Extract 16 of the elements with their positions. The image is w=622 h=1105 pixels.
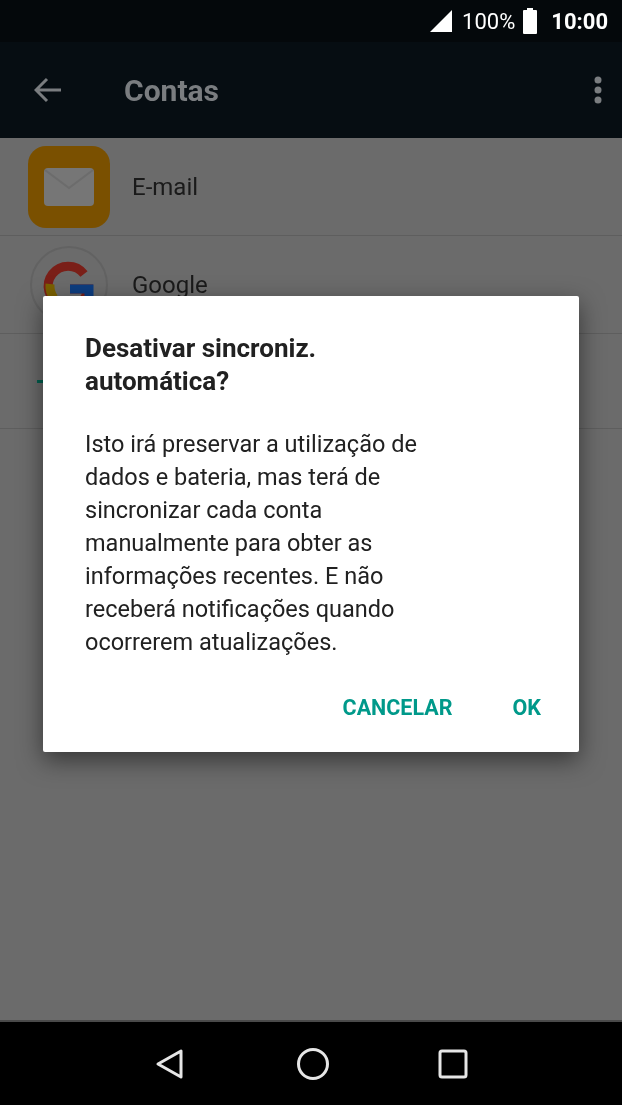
dialog-message: Isto irá preservar a utilização de dados e bateria, mas terá de sincronizar cada conta manualmente para obter as informações recentes. E não receberá notificações quando ocorrerem atualizações. — [85, 429, 418, 658]
battery-percent: 100% — [462, 8, 516, 34]
account-label[interactable]: E-mail — [132, 172, 199, 201]
back-arrow-icon[interactable] — [34, 77, 62, 103]
screen-title: Contas — [124, 72, 220, 108]
envelope-icon — [28, 145, 110, 228]
dialog-title: Desativar sincroniz. automática? — [85, 332, 318, 398]
more-options-icon[interactable] — [594, 76, 602, 104]
dialog-button[interactable]: CANCELAR — [326, 687, 469, 728]
dialog-button[interactable]: OK — [496, 687, 557, 728]
clock: 10:00 — [551, 8, 608, 34]
account-label[interactable]: Google — [132, 270, 208, 299]
home-icon[interactable] — [296, 1046, 330, 1081]
battery-icon — [523, 8, 538, 34]
signal-icon — [428, 8, 455, 34]
recent-apps-icon[interactable] — [438, 1048, 468, 1079]
